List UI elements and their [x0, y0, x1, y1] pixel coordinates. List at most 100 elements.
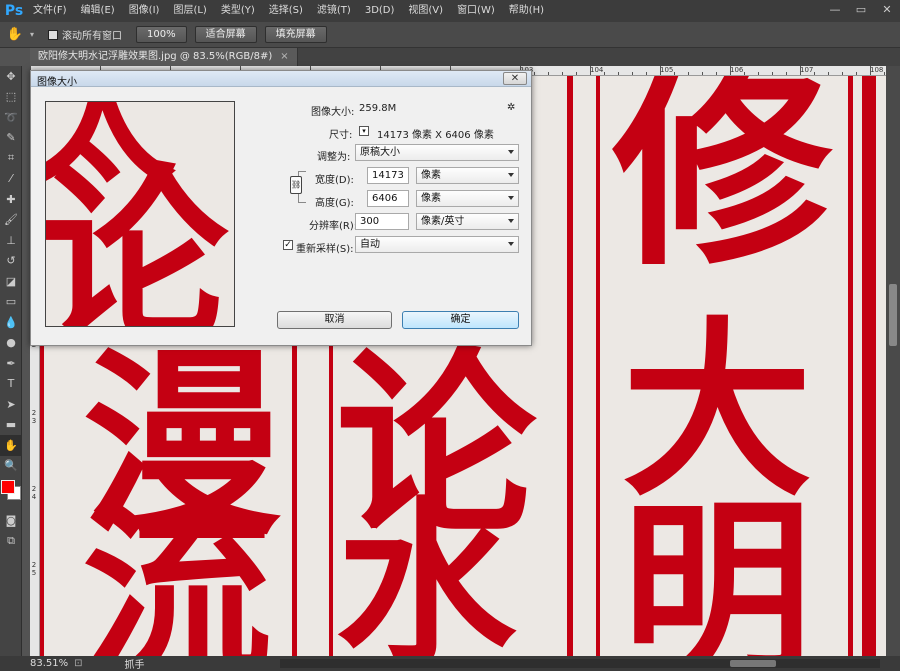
- menu-item[interactable]: 图层(L): [166, 0, 213, 22]
- zoom-level[interactable]: 83.51%: [30, 658, 68, 669]
- height-unit-select[interactable]: 像素: [416, 190, 519, 207]
- resolution-unit-select[interactable]: 像素/英寸: [416, 213, 519, 230]
- status-bar: 83.51% ⊡ 抓手: [0, 656, 900, 671]
- resample-checkbox[interactable]: ✓: [283, 240, 293, 250]
- menu-item[interactable]: 滤镜(T): [310, 0, 358, 22]
- glyph-da: 大: [622, 299, 813, 522]
- ruler-tick: [548, 72, 549, 75]
- hand-tool-active-icon[interactable]: ✋: [0, 435, 22, 456]
- dodge-tool-icon[interactable]: ●: [0, 333, 22, 354]
- ok-button[interactable]: 确定: [402, 311, 519, 329]
- width-label: 宽度(D):: [315, 175, 354, 186]
- ruler-tick: [534, 72, 535, 75]
- tool-preset-chevron-icon[interactable]: ▾: [30, 30, 34, 39]
- dialog-title-bar[interactable]: 图像大小 ✕: [31, 71, 531, 88]
- document-tab[interactable]: 欧阳修大明水记浮雕效果图.jpg @ 83.5%(RGB/8#) ×: [30, 48, 298, 66]
- crop-tool-icon[interactable]: ⌗: [0, 148, 22, 169]
- pen-tool-icon[interactable]: ✒: [0, 353, 22, 374]
- ruler-top-label: 105: [660, 66, 674, 74]
- move-tool-icon[interactable]: ✥: [0, 66, 22, 87]
- marquee-tool-icon[interactable]: ⬚: [0, 87, 22, 108]
- foreground-color-swatch[interactable]: [1, 480, 15, 494]
- healing-brush-tool-icon[interactable]: ✚: [0, 189, 22, 210]
- zoom-tool-icon[interactable]: 🔍: [0, 456, 22, 477]
- menu-item[interactable]: 图像(I): [122, 0, 167, 22]
- ruler-tick: [702, 72, 703, 75]
- fit-to-select[interactable]: 原稿大小: [355, 144, 519, 161]
- fit-screen-button[interactable]: 适合屏幕: [194, 26, 257, 43]
- zoom-100-button[interactable]: 100%: [136, 26, 187, 43]
- eraser-tool-icon[interactable]: ◪: [0, 271, 22, 292]
- cancel-button[interactable]: 取消: [277, 311, 392, 329]
- ruler-left-label: 2: [31, 561, 37, 569]
- ruler-tick: [674, 72, 675, 75]
- fill-screen-button[interactable]: 填充屏幕: [264, 26, 327, 43]
- vertical-scrollbar[interactable]: [886, 66, 900, 656]
- document-tab-close-icon[interactable]: ×: [280, 51, 288, 62]
- menu-item[interactable]: 3D(D): [358, 0, 402, 22]
- height-input[interactable]: 6406: [367, 190, 409, 207]
- menu-item[interactable]: 文件(F): [26, 0, 74, 22]
- horizontal-scroll-thumb[interactable]: [730, 660, 776, 667]
- type-tool-icon[interactable]: T: [0, 374, 22, 395]
- scroll-all-checkbox[interactable]: [48, 29, 59, 40]
- history-brush-tool-icon[interactable]: ↺: [0, 251, 22, 272]
- ruler-tick: [632, 72, 633, 75]
- restore-button[interactable]: ▭: [848, 0, 874, 18]
- path-select-tool-icon[interactable]: ➤: [0, 394, 22, 415]
- ruler-tick: [786, 72, 787, 75]
- stamp-tool-icon[interactable]: ⊥: [0, 230, 22, 251]
- quick-mask-icon[interactable]: ◙: [0, 510, 22, 531]
- ruler-tick: [716, 72, 717, 75]
- ruler-left-label: 2: [31, 409, 37, 417]
- image-preview[interactable]: 论 太: [45, 101, 235, 327]
- close-button[interactable]: ✕: [874, 0, 900, 18]
- menu-item[interactable]: 窗口(W): [450, 0, 502, 22]
- chevron-down-icon: [508, 173, 514, 177]
- status-info-icon[interactable]: ⊡: [74, 658, 82, 669]
- ruler-left-label: 3: [31, 417, 37, 425]
- menubar: Ps 文件(F) 编辑(E) 图像(I) 图层(L) 类型(Y) 选择(S) 滤镜(T) 3D…: [0, 0, 900, 22]
- hand-tool-icon[interactable]: ✋: [0, 27, 30, 42]
- ruler-tick: [870, 66, 871, 75]
- options-bar: ✋ ▾ 滚动所有窗口 100% 适合屏幕 填充屏幕: [0, 22, 900, 48]
- ruler-tick: [576, 72, 577, 75]
- menu-item[interactable]: 编辑(E): [74, 0, 122, 22]
- ruler-left-label: 4: [31, 493, 37, 501]
- menu-item[interactable]: 类型(Y): [214, 0, 262, 22]
- eyedropper-tool-icon[interactable]: ⁄: [0, 169, 22, 190]
- ruler-left-label: 2: [31, 485, 37, 493]
- quick-select-tool-icon[interactable]: ✎: [0, 128, 22, 149]
- chevron-down-icon: [508, 150, 514, 154]
- ruler-tick: [660, 66, 661, 75]
- menu-item[interactable]: 选择(S): [262, 0, 310, 22]
- ruler-left-label: 5: [31, 569, 37, 577]
- resolution-input[interactable]: 300: [355, 213, 409, 230]
- fit-to-value: 原稿大小: [360, 147, 400, 158]
- ruler-tick: [688, 72, 689, 75]
- gradient-tool-icon[interactable]: ▭: [0, 292, 22, 313]
- constrain-proportions-link-icon[interactable]: ⛓: [290, 176, 302, 194]
- ruler-top-label: 104: [590, 66, 604, 74]
- horizontal-scrollbar[interactable]: [280, 659, 880, 668]
- resample-select[interactable]: 自动: [355, 236, 519, 253]
- screen-mode-icon[interactable]: ⧉: [0, 531, 22, 552]
- dialog-close-button[interactable]: ✕: [503, 72, 527, 85]
- menu-items: 文件(F) 编辑(E) 图像(I) 图层(L) 类型(Y) 选择(S) 滤镜(T) 3D(D)…: [26, 0, 551, 22]
- document-tab-title: 欧阳修大明水记浮雕效果图.jpg @ 83.5%(RGB/8#): [38, 51, 273, 62]
- ruler-tick: [562, 72, 563, 75]
- settings-gear-icon[interactable]: ✲: [507, 102, 515, 113]
- color-swatches[interactable]: [0, 476, 21, 510]
- resample-label: 重新采样(S):: [296, 244, 354, 255]
- width-input[interactable]: 14173: [367, 167, 409, 184]
- vertical-scroll-thumb[interactable]: [889, 284, 897, 346]
- lasso-tool-icon[interactable]: ➰: [0, 107, 22, 128]
- width-unit-select[interactable]: 像素: [416, 167, 519, 184]
- minimize-button[interactable]: —: [822, 0, 848, 18]
- brush-tool-icon[interactable]: 🖌: [0, 210, 22, 231]
- shape-tool-icon[interactable]: ▬: [0, 415, 22, 436]
- blur-tool-icon[interactable]: 💧: [0, 312, 22, 333]
- dimensions-unit-dropdown-icon[interactable]: ▾: [359, 126, 369, 136]
- menu-item[interactable]: 帮助(H): [502, 0, 551, 22]
- menu-item[interactable]: 视图(V): [401, 0, 450, 22]
